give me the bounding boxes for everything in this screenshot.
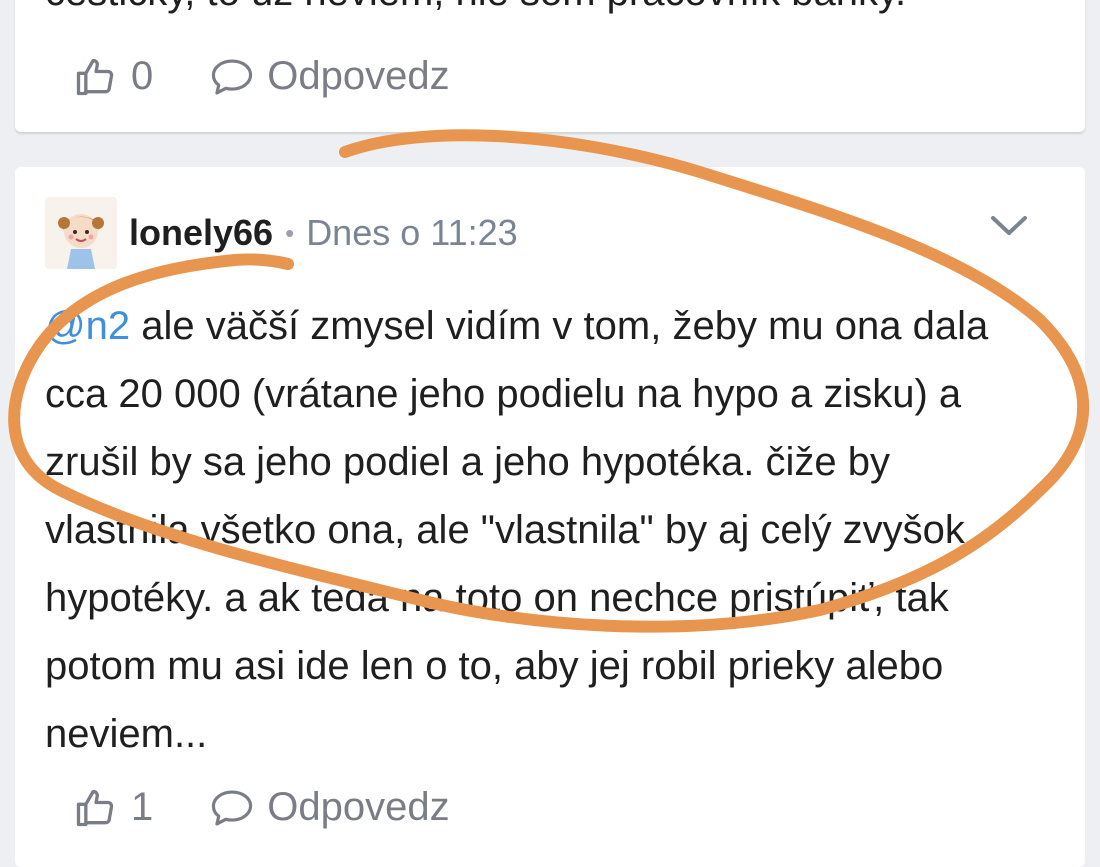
- comment-actions: 1 Odpovedz: [73, 785, 450, 830]
- like-count: 1: [131, 785, 154, 829]
- mention-link[interactable]: @n2: [45, 304, 130, 348]
- comment-text: ale väčší zmysel vidím v tom, žeby mu on…: [45, 304, 989, 756]
- speech-bubble-icon: [212, 58, 253, 95]
- avatar[interactable]: [45, 197, 117, 269]
- thumbs-up-icon: [76, 58, 114, 95]
- comment-card: lonely66 • Dnes o 11:23 @n2 ale väčší zm…: [15, 167, 1085, 867]
- reply-button[interactable]: Odpovedz: [209, 54, 450, 99]
- previous-comment-card: čestičky, to už neviem, nie som pracovní…: [15, 0, 1085, 132]
- thumbs-up-icon: [76, 789, 114, 826]
- speech-bubble-icon: [212, 789, 253, 826]
- avatar-image: [45, 197, 117, 269]
- comment-header: lonely66 • Dnes o 11:23: [45, 197, 1055, 269]
- reply-label: Odpovedz: [267, 54, 450, 98]
- reply-button[interactable]: Odpovedz: [209, 785, 450, 830]
- like-button[interactable]: 1: [73, 785, 153, 830]
- reply-label: Odpovedz: [267, 785, 450, 829]
- comment-body: @n2 ale väčší zmysel vidím v tom, žeby m…: [45, 292, 1045, 768]
- expand-menu-button[interactable]: [989, 213, 1029, 244]
- like-count: 0: [131, 54, 154, 98]
- like-button[interactable]: 0: [73, 54, 153, 99]
- separator-dot: •: [285, 217, 295, 248]
- previous-comment-actions: 0 Odpovedz: [73, 54, 450, 99]
- previous-comment-text: čestičky, to už neviem, nie som pracovní…: [45, 0, 906, 12]
- author-name[interactable]: lonely66: [129, 212, 273, 254]
- chevron-down-icon: [991, 216, 1027, 235]
- comment-timestamp: Dnes o 11:23: [306, 212, 518, 253]
